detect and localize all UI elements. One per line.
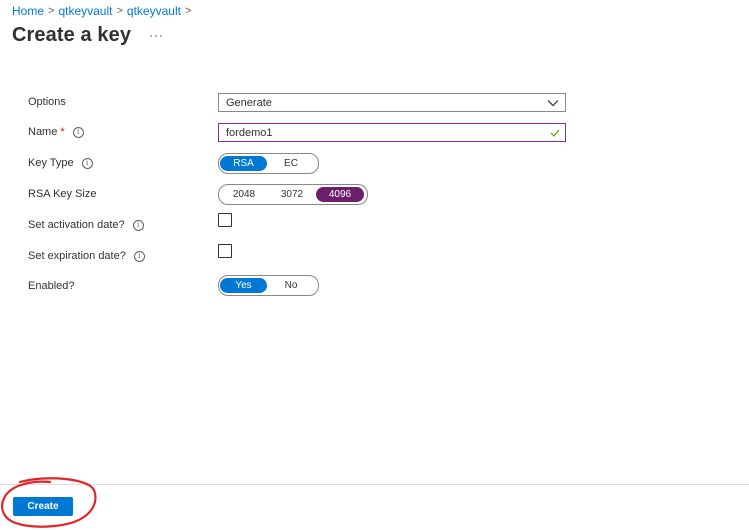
name-input[interactable]: fordemo1 <box>218 123 566 142</box>
breadcrumb-keyvault[interactable]: qtkeyvault <box>58 4 112 18</box>
rsa-key-size-3072-option[interactable]: 3072 <box>268 187 316 202</box>
activation-label-text: Set activation date? <box>28 219 125 231</box>
key-type-row: Key Type i <box>28 157 93 169</box>
breadcrumb-keyvault-keys[interactable]: qtkeyvault <box>127 4 181 18</box>
breadcrumb: Home > qtkeyvault > qtkeyvault > <box>12 4 195 18</box>
key-type-ec-option[interactable]: EC <box>267 156 315 171</box>
enabled-no-option[interactable]: No <box>267 278 315 293</box>
page-title: Create a key <box>12 24 132 46</box>
options-dropdown[interactable]: Generate <box>218 93 566 112</box>
activation-row: Set activation date? i <box>28 219 144 231</box>
title-row: Create a key ··· <box>12 24 164 47</box>
name-row: Name * i <box>28 126 84 138</box>
create-button[interactable]: Create <box>13 497 73 516</box>
info-icon[interactable]: i <box>133 250 145 262</box>
chevron-down-icon <box>547 99 559 106</box>
rsa-key-size-control: 2048 3072 4096 <box>218 184 368 205</box>
expiration-date-checkbox[interactable] <box>218 244 232 258</box>
rsa-key-size-label-text: RSA Key Size <box>28 188 97 200</box>
activation-date-checkbox[interactable] <box>218 213 232 227</box>
rsa-key-size-toggle: 2048 3072 4096 <box>218 184 368 205</box>
enabled-control: Yes No <box>218 275 319 296</box>
info-icon[interactable]: i <box>72 126 84 138</box>
name-label-text: Name <box>28 126 58 138</box>
rsa-key-size-4096-option[interactable]: 4096 <box>316 187 364 202</box>
info-icon[interactable]: i <box>81 157 93 169</box>
breadcrumb-home[interactable]: Home <box>12 4 44 18</box>
options-control: Generate <box>218 93 566 112</box>
key-type-rsa-option[interactable]: RSA <box>220 156 267 171</box>
rsa-key-size-label: RSA Key Size <box>28 188 96 200</box>
create-key-page: Home > qtkeyvault > qtkeyvault > Create … <box>0 0 749 530</box>
name-input-value: fordemo1 <box>226 126 273 139</box>
options-row: Options <box>28 96 66 108</box>
enabled-toggle: Yes No <box>218 275 319 296</box>
expiration-row: Set expiration date? i <box>28 250 145 262</box>
required-indicator: * <box>60 126 65 138</box>
options-label-text: Options <box>28 96 66 108</box>
activation-label: Set activation date? i <box>28 219 144 231</box>
key-type-toggle: RSA EC <box>218 153 319 174</box>
name-control: fordemo1 <box>218 123 566 142</box>
options-label: Options <box>28 96 66 108</box>
more-icon[interactable]: ··· <box>149 28 164 42</box>
enabled-label-text: Enabled? <box>28 280 75 292</box>
enabled-row: Enabled? <box>28 280 75 292</box>
expiration-label-text: Set expiration date? <box>28 250 126 262</box>
rsa-key-size-2048-option[interactable]: 2048 <box>220 187 268 202</box>
key-type-label-text: Key Type <box>28 157 74 169</box>
expiration-control <box>218 244 232 258</box>
enabled-yes-option[interactable]: Yes <box>220 278 267 293</box>
breadcrumb-separator: > <box>48 5 55 17</box>
expiration-label: Set expiration date? i <box>28 250 145 262</box>
checkmark-icon <box>550 129 560 137</box>
rsa-key-size-row: RSA Key Size <box>28 188 96 200</box>
name-label: Name * i <box>28 126 84 138</box>
options-selected-value: Generate <box>226 96 272 109</box>
activation-control <box>218 213 232 227</box>
footer-divider <box>0 484 749 485</box>
breadcrumb-separator: > <box>116 5 123 17</box>
info-icon[interactable]: i <box>132 219 144 231</box>
key-type-control: RSA EC <box>218 153 319 174</box>
key-type-label: Key Type i <box>28 157 93 169</box>
enabled-label: Enabled? <box>28 280 75 292</box>
breadcrumb-separator: > <box>184 5 192 17</box>
